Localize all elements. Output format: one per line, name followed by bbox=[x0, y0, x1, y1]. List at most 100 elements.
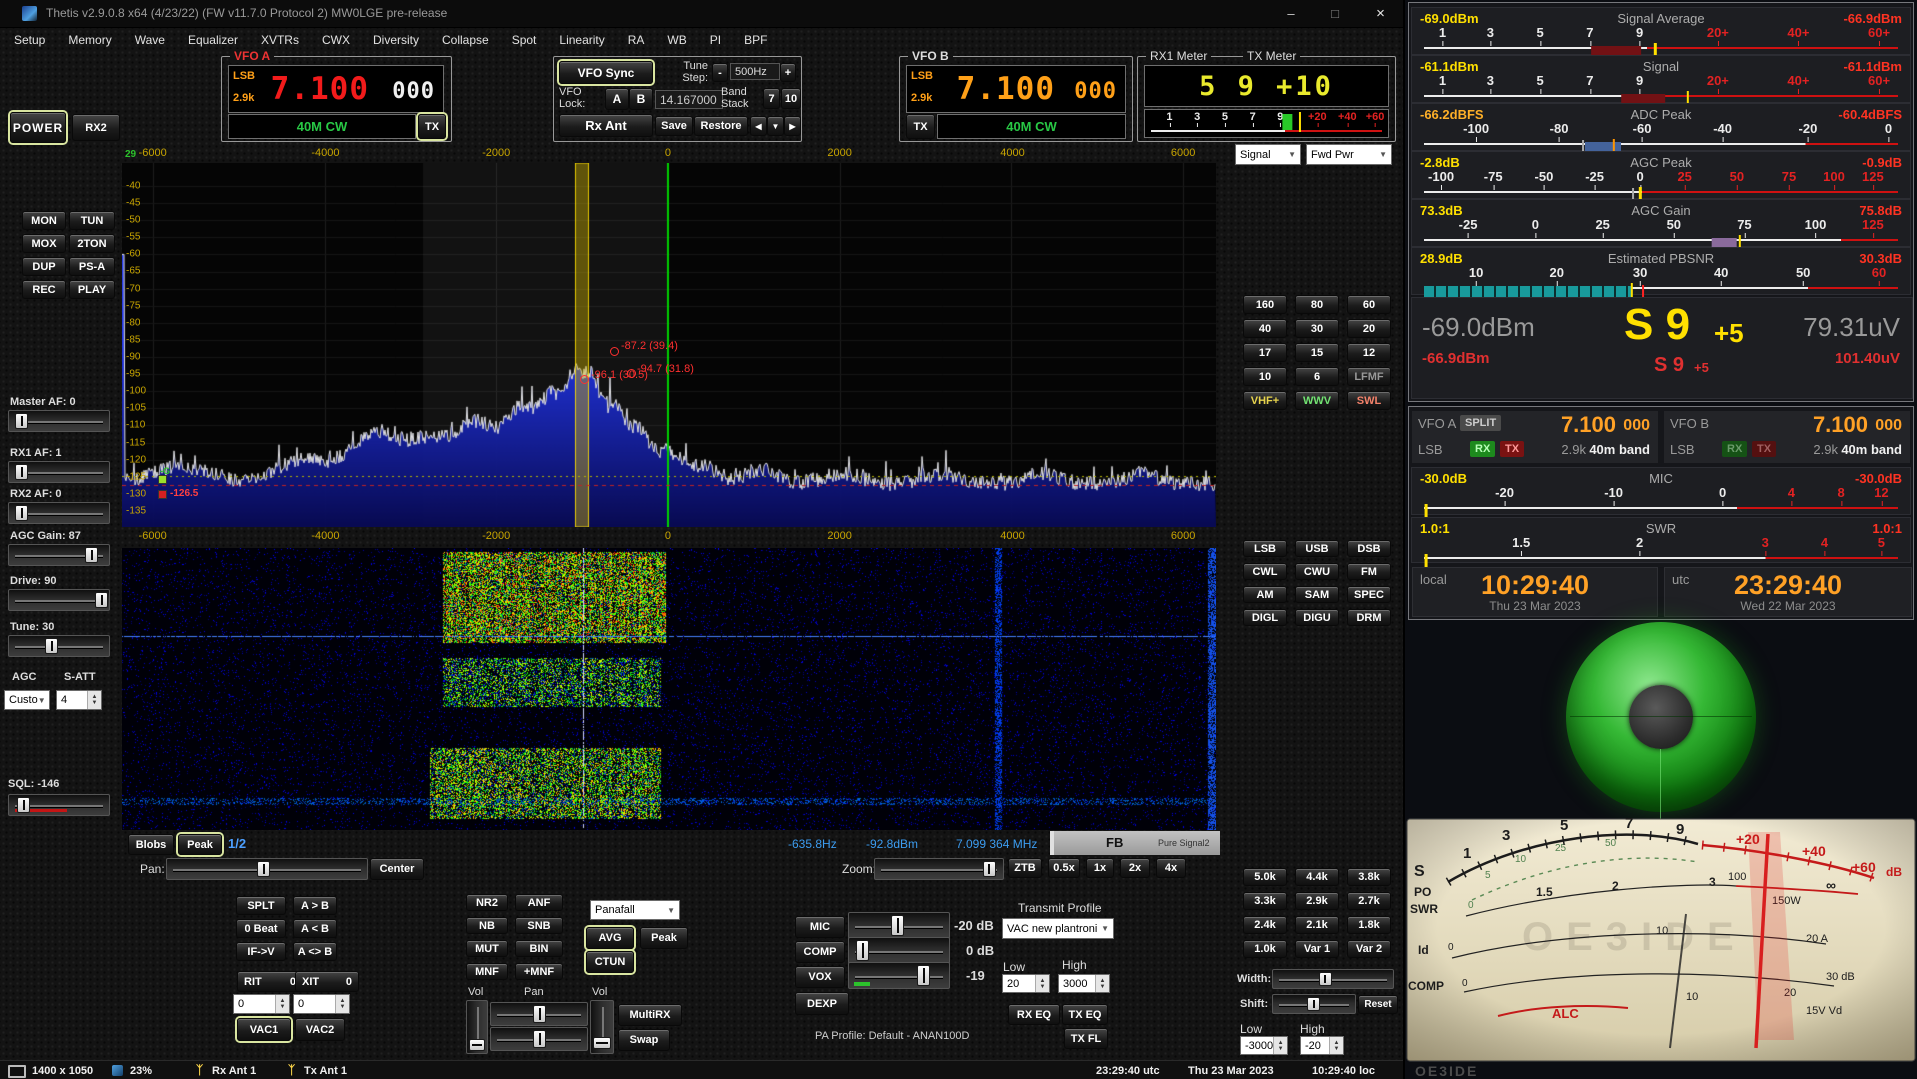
menu-xvtrs[interactable]: XVTRs bbox=[261, 33, 299, 47]
zoom-1x[interactable]: 1x bbox=[1086, 858, 1114, 878]
comp-button[interactable]: COMP bbox=[795, 941, 845, 963]
band-down-button[interactable]: ▼ bbox=[767, 116, 784, 136]
agc-mode-select[interactable]: Custo▼ bbox=[4, 690, 50, 710]
ctun-button[interactable]: CTUN bbox=[586, 951, 634, 973]
filter-44k[interactable]: 4.4k bbox=[1295, 868, 1339, 886]
rx2-pan-slider[interactable] bbox=[490, 1027, 588, 1051]
peak-button[interactable]: Peak bbox=[178, 834, 222, 855]
vfo-sync-button[interactable]: VFO Sync bbox=[559, 61, 653, 84]
dsp-snb[interactable]: SNB bbox=[515, 917, 563, 934]
zoom-ztb[interactable]: ZTB bbox=[1008, 858, 1042, 878]
band-lfmf[interactable]: LFMF bbox=[1347, 367, 1391, 386]
zoom-2x[interactable]: 2x bbox=[1120, 858, 1150, 878]
menu-wb[interactable]: WB bbox=[667, 33, 686, 47]
mode-cwu[interactable]: CWU bbox=[1295, 563, 1339, 580]
band-60[interactable]: 60 bbox=[1347, 295, 1391, 314]
mode-digl[interactable]: DIGL bbox=[1243, 609, 1287, 626]
mode-am[interactable]: AM bbox=[1243, 586, 1287, 603]
shift-reset-button[interactable]: Reset bbox=[1358, 995, 1398, 1014]
toggle-2ton[interactable]: 2TON bbox=[69, 234, 115, 253]
rx1-vol-thumb[interactable] bbox=[469, 1039, 485, 1051]
minimize-button[interactable]: – bbox=[1270, 0, 1312, 27]
filter-27k[interactable]: 2.7k bbox=[1347, 892, 1391, 910]
toggle-rec[interactable]: REC bbox=[22, 280, 66, 299]
menu-wave[interactable]: Wave bbox=[135, 33, 165, 47]
stepper-arrows-icon[interactable]: ▲▼ bbox=[87, 691, 101, 709]
shift-thumb[interactable] bbox=[1307, 997, 1320, 1011]
band-stack-7-button[interactable]: 7 bbox=[763, 88, 780, 109]
band-6[interactable]: 6 bbox=[1295, 367, 1339, 386]
slider-agc-gain[interactable] bbox=[8, 544, 110, 566]
agc-marker-square[interactable] bbox=[158, 475, 167, 484]
menu-bpf[interactable]: BPF bbox=[744, 33, 767, 47]
display-mode-select[interactable]: Panafall▼ bbox=[590, 900, 680, 920]
close-button[interactable]: × bbox=[1358, 0, 1403, 27]
rit-stepper[interactable]: 0▲▼ bbox=[233, 994, 290, 1014]
menu-diversity[interactable]: Diversity bbox=[373, 33, 419, 47]
band-vhf[interactable]: VHF+ bbox=[1243, 391, 1287, 410]
xit-button[interactable]: XIT0 bbox=[295, 971, 359, 992]
dsp-bin[interactable]: BIN bbox=[515, 940, 563, 957]
rx1-vol-slider[interactable] bbox=[466, 1000, 488, 1054]
tune-step-down-button[interactable]: - bbox=[712, 63, 728, 82]
stepper-arrows-icon[interactable]: ▲▼ bbox=[1035, 975, 1049, 992]
width-thumb[interactable] bbox=[1319, 972, 1332, 986]
band-10[interactable]: 10 bbox=[1243, 367, 1287, 386]
vac2-button[interactable]: VAC2 bbox=[295, 1018, 345, 1041]
tx-high-stepper[interactable]: 3000▲▼ bbox=[1058, 974, 1110, 993]
band-12[interactable]: 12 bbox=[1347, 343, 1391, 362]
toggle-mon[interactable]: MON bbox=[22, 211, 66, 230]
zoom-05x[interactable]: 0.5x bbox=[1048, 858, 1080, 878]
menu-collapse[interactable]: Collapse bbox=[442, 33, 489, 47]
filter-var1[interactable]: Var 1 bbox=[1295, 940, 1339, 958]
sql-slider[interactable] bbox=[8, 794, 110, 816]
stepper-arrows-icon[interactable]: ▲▼ bbox=[1095, 975, 1109, 992]
filter-24k[interactable]: 2.4k bbox=[1243, 916, 1287, 934]
slider-master-af[interactable] bbox=[8, 410, 110, 432]
sql-thumb[interactable] bbox=[17, 797, 30, 813]
menu-memory[interactable]: Memory bbox=[68, 33, 111, 47]
vac1-button[interactable]: VAC1 bbox=[237, 1018, 291, 1041]
vfoop-ifv[interactable]: IF->V bbox=[236, 942, 286, 961]
stepper-arrows-icon[interactable]: ▲▼ bbox=[1273, 1037, 1287, 1054]
rx-eq-button[interactable]: RX EQ bbox=[1008, 1004, 1060, 1025]
restore-button[interactable]: Restore bbox=[694, 116, 748, 136]
rx1-pan-thumb[interactable] bbox=[533, 1005, 546, 1023]
vfo-a-display[interactable]: LSB 2.9k 7.100 000 bbox=[228, 65, 444, 113]
mic-button[interactable]: MIC bbox=[795, 916, 845, 938]
maximize-button[interactable]: □ bbox=[1314, 0, 1356, 27]
pan-thumb[interactable] bbox=[257, 861, 270, 877]
vox-button[interactable]: VOX bbox=[795, 966, 845, 988]
vox-slider[interactable] bbox=[848, 962, 950, 989]
toggle-tun[interactable]: TUN bbox=[69, 211, 115, 230]
filter-18k[interactable]: 1.8k bbox=[1347, 916, 1391, 934]
filter-shift-slider[interactable] bbox=[1272, 994, 1356, 1014]
stepper-arrows-icon[interactable]: ▲▼ bbox=[275, 995, 289, 1013]
tune-step-up-button[interactable]: + bbox=[780, 63, 796, 82]
dsp-mnf[interactable]: MNF bbox=[466, 963, 508, 980]
mode-digu[interactable]: DIGU bbox=[1295, 609, 1339, 626]
dsp-nb[interactable]: NB bbox=[466, 917, 508, 934]
vfo-lock-b-button[interactable]: B bbox=[629, 88, 653, 110]
mode-usb[interactable]: USB bbox=[1295, 540, 1339, 557]
vfoop-0beat[interactable]: 0 Beat bbox=[236, 919, 286, 938]
rx-ant-button[interactable]: Rx Ant bbox=[559, 114, 653, 137]
swap-button[interactable]: Swap bbox=[618, 1029, 670, 1051]
band-30[interactable]: 30 bbox=[1295, 319, 1339, 338]
dsp-nr2[interactable]: NR2 bbox=[466, 894, 508, 911]
band-15[interactable]: 15 bbox=[1295, 343, 1339, 362]
comp-slider[interactable] bbox=[848, 937, 950, 964]
rx2-vol-slider[interactable] bbox=[590, 1000, 614, 1054]
comp-thumb[interactable] bbox=[856, 940, 869, 961]
mic-gain-slider[interactable] bbox=[848, 912, 950, 939]
satt-stepper[interactable]: 4▲▼ bbox=[56, 690, 102, 710]
band-40[interactable]: 40 bbox=[1243, 319, 1287, 338]
avg-button[interactable]: AVG bbox=[586, 927, 634, 949]
waterfall-canvas[interactable] bbox=[122, 548, 1216, 830]
rx2-vol-thumb[interactable] bbox=[593, 1037, 611, 1049]
transmit-profile-select[interactable]: VAC new plantroni▼ bbox=[1002, 918, 1114, 939]
dexp-button[interactable]: DEXP bbox=[795, 992, 849, 1015]
hud-split-badge[interactable]: SPLIT bbox=[1460, 415, 1501, 431]
vfoop-splt[interactable]: SPLT bbox=[236, 896, 286, 915]
multirx-button[interactable]: MultiRX bbox=[618, 1004, 682, 1026]
